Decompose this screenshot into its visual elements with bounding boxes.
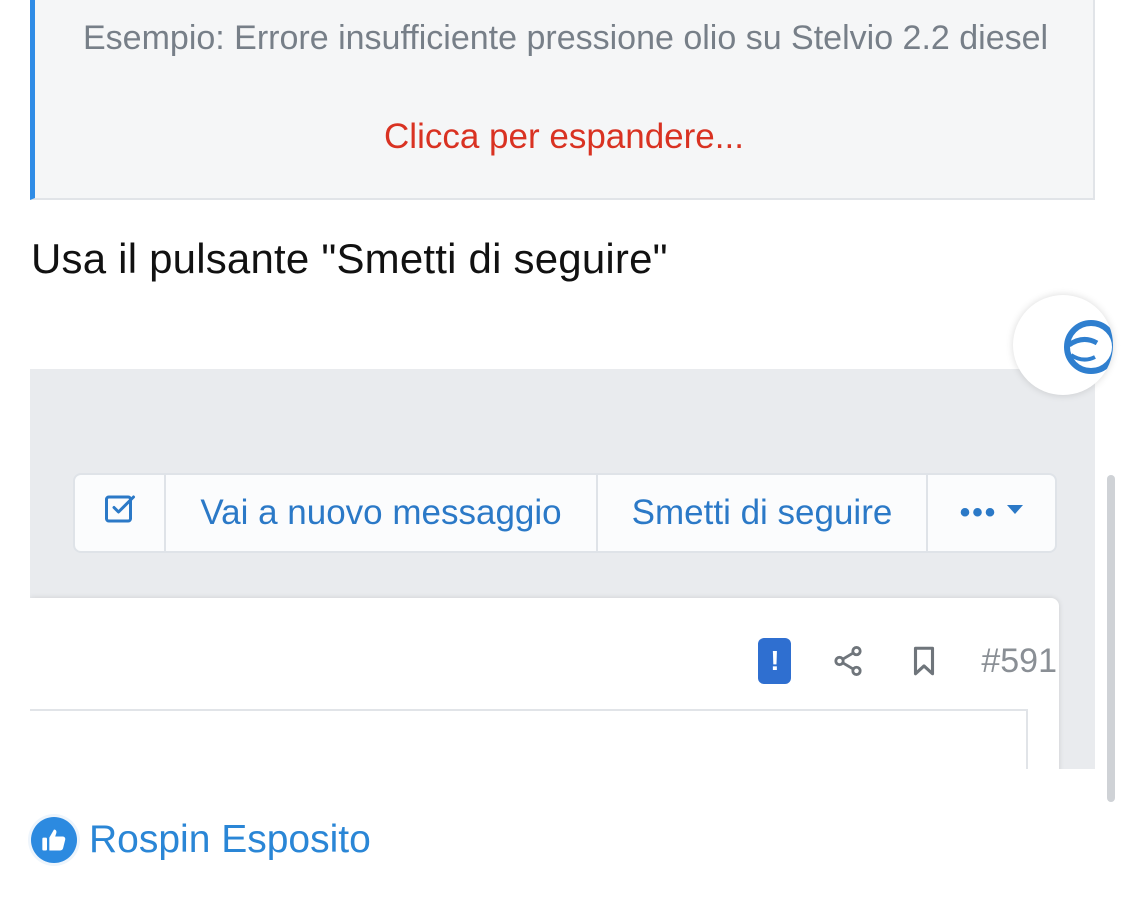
checkbox-icon [102,491,138,536]
post-card: ! #591 [30,598,1059,769]
share-icon[interactable] [829,642,867,680]
page: Esempio: Errore insufficiente pressione … [0,0,1125,901]
more-options-button[interactable]: ••• [928,475,1055,551]
bookmark-icon[interactable] [905,642,943,680]
instruction-text: Usa il pulsante "Smetti di seguire" [31,235,668,282]
reaction-user-link[interactable]: Rospin Esposito [89,818,371,862]
divider [30,709,1028,711]
caret-down-icon [1007,504,1024,514]
divider [1026,709,1028,769]
post-actions: ! #591 [758,636,1057,686]
report-button[interactable]: ! [758,638,792,684]
more-dots: ••• [959,496,998,529]
reaction-summary: Rospin Esposito [31,817,371,863]
new-message-button[interactable]: Vai a nuovo messaggio [166,475,598,551]
embedded-screenshot: Vai a nuovo messaggio Smetti di seguire … [30,369,1095,769]
thread-button-group: Vai a nuovo messaggio Smetti di seguire … [73,473,1057,553]
quote-fade [35,60,1093,110]
unfollow-button[interactable]: Smetti di seguire [598,475,928,551]
mark-read-button[interactable] [75,475,166,551]
floating-chat-avatar[interactable] [1013,295,1113,395]
thumbs-up-icon [31,817,77,863]
quote-block[interactable]: Esempio: Errore insufficiente pressione … [30,0,1095,200]
post-number[interactable]: #591 [981,642,1057,681]
scrollbar[interactable] [1107,475,1115,802]
expand-link[interactable]: Clicca per espandere... [35,117,1093,157]
